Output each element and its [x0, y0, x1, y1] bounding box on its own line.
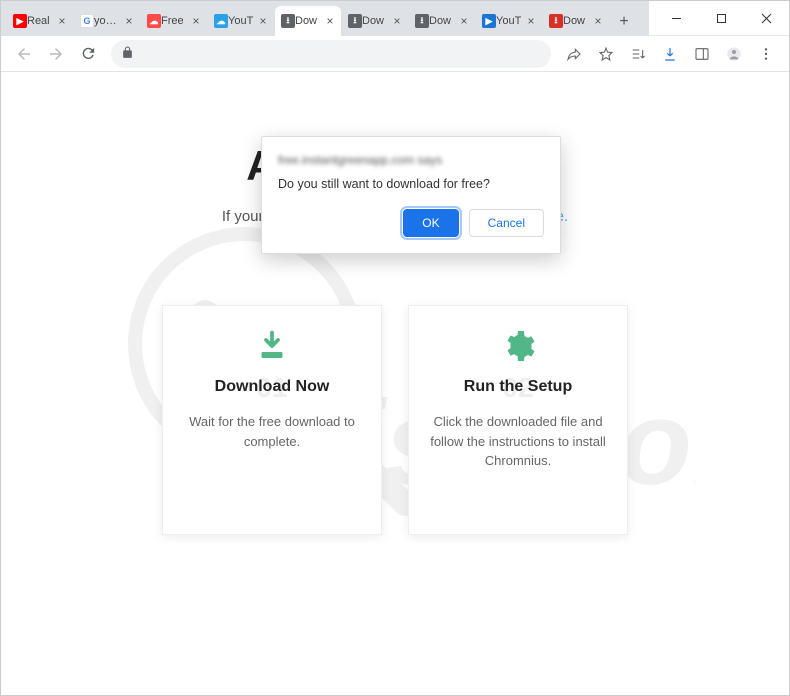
dialog-origin: free.instantgreenapp.com says — [278, 153, 544, 167]
toolbar — [1, 36, 789, 72]
tab-label: YouT — [496, 15, 522, 27]
tab-strip: ▶Real×Gyoutu×☁Free×☁YouT×⭳Dow×⭳Dow×⭳Dow×… — [1, 1, 649, 36]
share-icon[interactable] — [559, 39, 589, 69]
forward-button[interactable] — [41, 39, 71, 69]
tab-favicon: ⭳ — [549, 14, 563, 28]
card-title: Run the Setup — [427, 378, 609, 396]
tab-label: youtu — [94, 15, 120, 27]
steps-row: 01 Download Now Wait for the free downlo… — [1, 305, 789, 535]
bookmark-icon[interactable] — [591, 39, 621, 69]
download-icon — [181, 326, 363, 366]
tab-label: Real — [27, 15, 53, 27]
page-content: risk.com Almost There… If your download … — [1, 72, 789, 695]
card-download-now: 01 Download Now Wait for the free downlo… — [162, 305, 382, 535]
close-icon[interactable]: × — [390, 14, 404, 28]
tab-favicon: ☁ — [214, 14, 228, 28]
close-icon[interactable]: × — [122, 14, 136, 28]
tab-2[interactable]: ☁Free× — [141, 6, 207, 36]
tab-favicon: ⭳ — [281, 14, 295, 28]
reading-list-icon[interactable] — [623, 39, 653, 69]
maximize-button[interactable] — [699, 1, 744, 36]
tab-8[interactable]: ⭳Dow× — [543, 6, 609, 36]
tab-label: Dow — [362, 15, 388, 27]
tab-label: YouT — [228, 15, 254, 27]
js-alert-dialog: free.instantgreenapp.com says Do you sti… — [261, 136, 561, 254]
new-tab-button[interactable]: + — [610, 8, 638, 36]
close-icon[interactable]: × — [256, 14, 270, 28]
tab-label: Dow — [295, 15, 321, 27]
ok-button[interactable]: OK — [403, 209, 458, 237]
address-bar[interactable] — [111, 40, 551, 68]
tab-favicon: ▶ — [13, 14, 27, 28]
profile-icon[interactable] — [719, 39, 749, 69]
card-title: Download Now — [181, 378, 363, 396]
tab-0[interactable]: ▶Real× — [7, 6, 73, 36]
tab-favicon: G — [80, 14, 94, 28]
tab-1[interactable]: Gyoutu× — [74, 6, 140, 36]
tab-4[interactable]: ⭳Dow× — [275, 6, 341, 36]
close-icon[interactable]: × — [591, 14, 605, 28]
tab-favicon: ⭳ — [348, 14, 362, 28]
downloads-icon[interactable] — [655, 39, 685, 69]
tab-favicon: ☁ — [147, 14, 161, 28]
card-run-setup: 02 Run the Setup Click the downloaded fi… — [408, 305, 628, 535]
tab-favicon: ▶ — [482, 14, 496, 28]
tab-6[interactable]: ⭳Dow× — [409, 6, 475, 36]
tab-7[interactable]: ▶YouT× — [476, 6, 542, 36]
close-window-button[interactable] — [744, 1, 789, 36]
reload-button[interactable] — [73, 39, 103, 69]
tab-5[interactable]: ⭳Dow× — [342, 6, 408, 36]
lock-icon — [121, 46, 134, 62]
close-icon[interactable]: × — [524, 14, 538, 28]
close-icon[interactable]: × — [323, 14, 337, 28]
card-text: Click the downloaded file and follow the… — [427, 412, 609, 471]
tab-label: Dow — [429, 15, 455, 27]
tab-favicon: ⭳ — [415, 14, 429, 28]
browser-window: ▶Real×Gyoutu×☁Free×☁YouT×⭳Dow×⭳Dow×⭳Dow×… — [0, 0, 790, 696]
cancel-button[interactable]: Cancel — [469, 209, 544, 237]
close-icon[interactable]: × — [189, 14, 203, 28]
gear-icon — [427, 326, 609, 366]
card-text: Wait for the free download to complete. — [181, 412, 363, 451]
dialog-message: Do you still want to download for free? — [278, 177, 544, 191]
minimize-button[interactable] — [654, 1, 699, 36]
tab-label: Free — [161, 15, 187, 27]
back-button[interactable] — [9, 39, 39, 69]
close-icon[interactable]: × — [55, 14, 69, 28]
tab-label: Dow — [563, 15, 589, 27]
menu-icon[interactable] — [751, 39, 781, 69]
close-icon[interactable]: × — [457, 14, 471, 28]
side-panel-icon[interactable] — [687, 39, 717, 69]
tab-3[interactable]: ☁YouT× — [208, 6, 274, 36]
